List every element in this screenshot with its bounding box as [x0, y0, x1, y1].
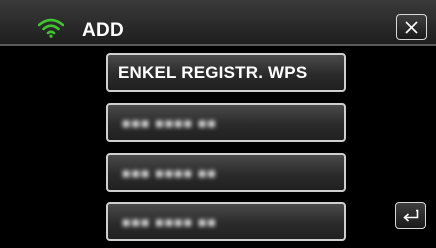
- list-item-ap-2[interactable]: ■■■ ■■■■ ■■: [106, 153, 346, 192]
- page-title: ADD: [82, 20, 125, 41]
- title-bar: [0, 0, 436, 44]
- wifi-icon: [38, 18, 64, 38]
- close-button[interactable]: [396, 14, 427, 40]
- list-item-label-obscured: ■■■ ■■■■ ■■: [122, 164, 217, 181]
- list-item-label: ENKEL REGISTR. WPS: [118, 62, 308, 82]
- list-item-ap-3[interactable]: ■■■ ■■■■ ■■: [106, 202, 346, 241]
- list-item-label-obscured: ■■■ ■■■■ ■■: [122, 213, 217, 230]
- title-divider: [0, 44, 436, 46]
- close-icon: [405, 20, 418, 34]
- return-arrow-icon: [403, 209, 419, 222]
- list-item-ap-1[interactable]: ■■■ ■■■■ ■■: [106, 103, 346, 142]
- back-button[interactable]: [395, 202, 426, 229]
- list-item-label-obscured: ■■■ ■■■■ ■■: [122, 114, 217, 131]
- list-item-wps[interactable]: ENKEL REGISTR. WPS: [106, 53, 346, 92]
